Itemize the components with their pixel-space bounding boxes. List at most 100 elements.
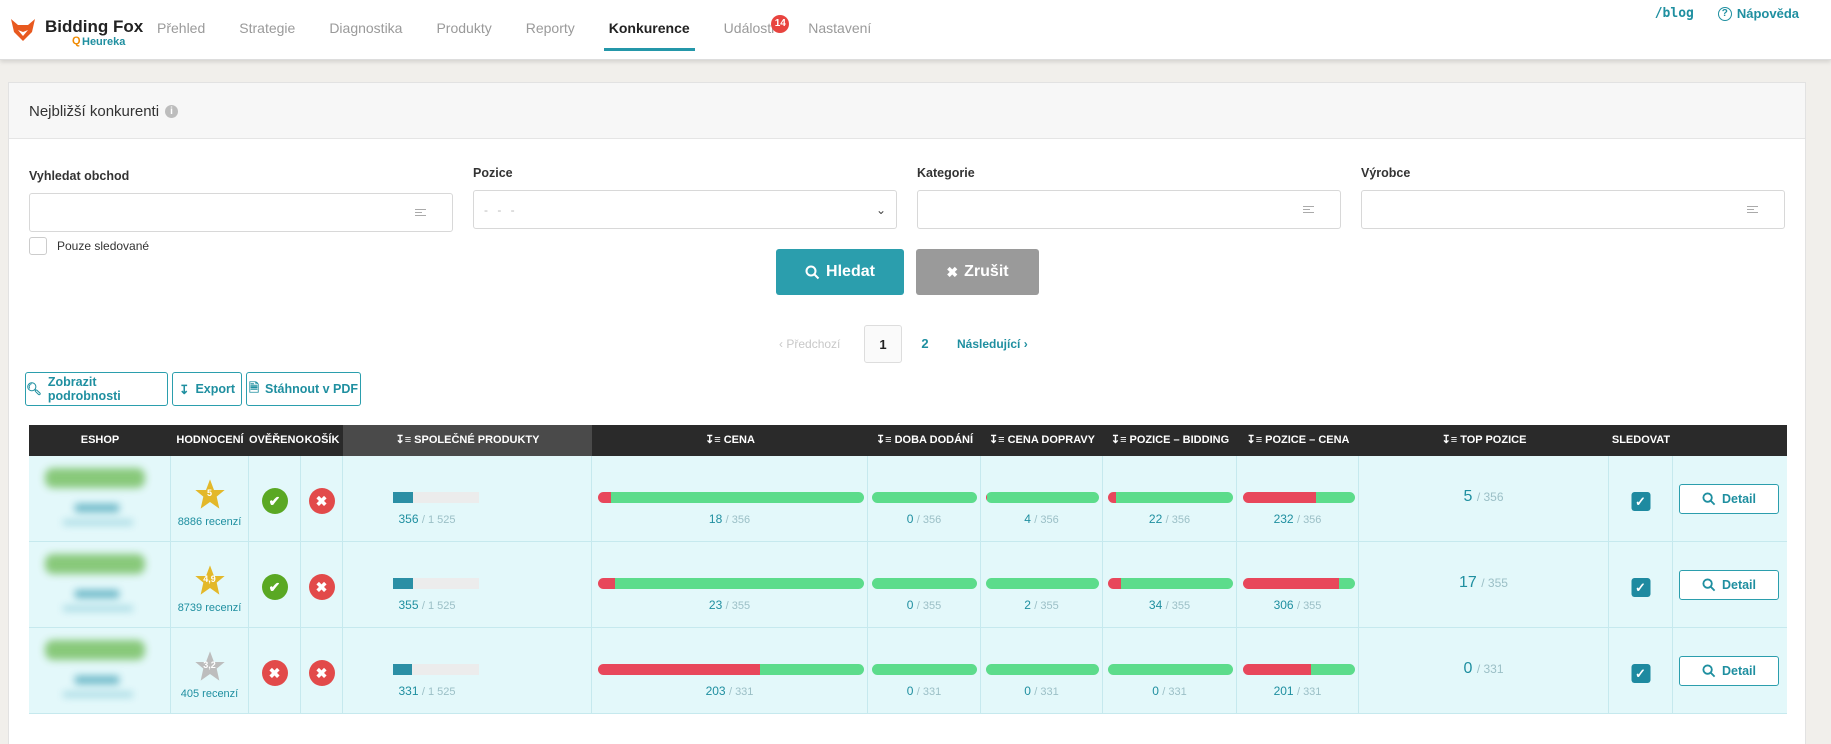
detail-label: Detail <box>1721 578 1757 592</box>
bar-red-segment <box>1243 492 1316 503</box>
column-shipping-price[interactable]: ↧≡ Cena dopravy <box>981 425 1103 456</box>
column-top-position[interactable]: ↧≡ Top pozice <box>1359 425 1609 456</box>
export-label: Export <box>195 382 236 396</box>
star-icon: 5 <box>194 478 226 510</box>
delivery-cell: 0 / 355 <box>868 542 981 627</box>
checkbox-icon[interactable] <box>29 237 47 255</box>
nav-item-6[interactable]: Události 14 <box>707 0 792 60</box>
bar-value: 203 / 331 <box>592 684 867 698</box>
detail-button[interactable]: Detail <box>1679 570 1779 600</box>
value: 0 <box>906 512 914 526</box>
total: / 1 525 <box>421 686 456 698</box>
manufacturer-input[interactable] <box>1361 190 1785 229</box>
bar-value: 0 / 331 <box>1103 684 1236 698</box>
follow-checkbox[interactable]: ✓ <box>1631 578 1650 597</box>
reviews-count[interactable]: 405 recenzí <box>171 688 248 700</box>
nav-item-4[interactable]: Reporty <box>509 0 592 60</box>
column-price[interactable]: ↧≡ Cena <box>592 425 868 456</box>
common-products-cell: 356 / 1 525 <box>343 456 592 541</box>
distribution-bar <box>1108 492 1233 503</box>
nav-item-2[interactable]: Diagnostika <box>312 0 419 60</box>
bar-value: 23 / 355 <box>592 598 867 612</box>
question-icon: ? <box>1717 6 1732 21</box>
bar-red-segment <box>598 664 761 675</box>
nav-item-7[interactable]: Nastavení <box>791 0 888 60</box>
shipping-cell: 2 / 355 <box>981 542 1103 627</box>
next-page-link[interactable]: Následující › <box>957 337 1028 351</box>
detail-button[interactable]: Detail <box>1679 656 1779 686</box>
search-button[interactable]: Hledat <box>776 249 904 295</box>
reviews-count[interactable]: 8886 recenzí <box>171 516 248 528</box>
page-2[interactable]: 2 <box>906 325 944 363</box>
column-position-bidding[interactable]: ↧≡ Pozice – Bidding <box>1103 425 1237 456</box>
bar-green-segment <box>611 492 864 503</box>
follow-cell: ✓ <box>1609 628 1673 713</box>
cross-icon: ✖ <box>308 574 335 600</box>
total: / 356 <box>1165 514 1191 526</box>
export-button[interactable]: ↧ Export <box>172 372 242 406</box>
detail-button[interactable]: Detail <box>1679 484 1779 514</box>
bar-green-segment <box>986 664 1099 675</box>
search-label: Hledat <box>826 263 875 280</box>
column-cart[interactable]: Košík <box>301 425 343 456</box>
bar-red-segment <box>1108 578 1121 589</box>
info-icon[interactable]: i <box>165 105 179 118</box>
rating-value: 5 <box>206 488 212 498</box>
bar-green-segment <box>1120 578 1233 589</box>
detail-label: Detail <box>1721 492 1757 506</box>
bar-value: 306 / 355 <box>1237 598 1358 612</box>
table-header: Eshop Hodnocení Ověřeno Košík ↧≡ Společné… <box>29 425 1787 456</box>
total: / 331 <box>728 686 754 698</box>
value: 0 <box>906 684 914 698</box>
blog-link[interactable]: /blog <box>1655 6 1694 21</box>
distribution-bar <box>872 664 977 675</box>
column-follow[interactable]: Sledovat <box>1609 425 1673 456</box>
cancel-button[interactable]: ✖ Zrušit <box>916 249 1039 295</box>
search-icon <box>805 265 820 279</box>
column-position-price[interactable]: ↧≡ Pozice – Cena <box>1237 425 1359 456</box>
nav-item-3[interactable]: Produkty <box>419 0 508 60</box>
rating-value: 4,9 <box>203 574 216 584</box>
page-1[interactable]: 1 <box>864 325 902 363</box>
nav-item-1[interactable]: Strategie <box>222 0 312 60</box>
reviews-count[interactable]: 8739 recenzí <box>171 602 248 614</box>
total: / 355 <box>1165 600 1191 612</box>
only-followed-checkbox[interactable]: Pouze sledované <box>29 237 149 255</box>
delivery-cell: 0 / 331 <box>868 628 981 713</box>
total: / 331 <box>1476 662 1504 676</box>
column-delivery-time[interactable]: ↧≡ Doba dodání <box>868 425 981 456</box>
nav-item-label: Produkty <box>436 20 492 36</box>
column-verified[interactable]: Ověřeno <box>249 425 304 456</box>
download-icon: ↧ <box>178 382 190 397</box>
search-icon <box>1702 492 1716 506</box>
eshop-logo[interactable] <box>35 634 163 718</box>
bar-green-segment <box>1315 492 1355 503</box>
help-link[interactable]: ? Nápověda <box>1717 6 1799 21</box>
bar-green-segment <box>615 578 864 589</box>
value: 355 <box>398 598 419 612</box>
position-select[interactable]: - - - ⌄ <box>473 190 897 229</box>
eshop-logo[interactable] <box>35 548 163 632</box>
eshop-cell <box>29 542 171 627</box>
eshop-logo[interactable] <box>35 462 163 546</box>
filter-category: Kategorie <box>917 166 1341 229</box>
bar-green-segment <box>872 492 977 503</box>
nav-item-0[interactable]: Přehled <box>140 0 222 60</box>
column-rating[interactable]: Hodnocení <box>171 425 249 456</box>
column-common-products[interactable]: ↧≡ Společné produkty <box>343 425 592 456</box>
column-eshop[interactable]: Eshop <box>29 425 171 456</box>
category-input[interactable] <box>917 190 1341 229</box>
sort-icon: ↧≡ <box>395 434 412 446</box>
shop-search-input[interactable] <box>29 193 453 232</box>
show-details-button[interactable]: 🔍︎ Zobrazit podrobnosti <box>25 372 168 406</box>
total: / 355 <box>725 600 751 612</box>
panel-header: Nejbližší konkurenti i <box>9 83 1805 139</box>
detail-cell: Detail <box>1673 542 1787 627</box>
star-icon: 4,9 <box>194 564 226 596</box>
list-icon <box>1303 206 1314 215</box>
value: 356 <box>398 512 419 526</box>
follow-checkbox[interactable]: ✓ <box>1631 492 1650 511</box>
download-pdf-button[interactable]: 🗎︎ Stáhnout v PDF <box>246 372 361 406</box>
follow-checkbox[interactable]: ✓ <box>1631 664 1650 683</box>
nav-item-5[interactable]: Konkurence <box>592 0 707 60</box>
